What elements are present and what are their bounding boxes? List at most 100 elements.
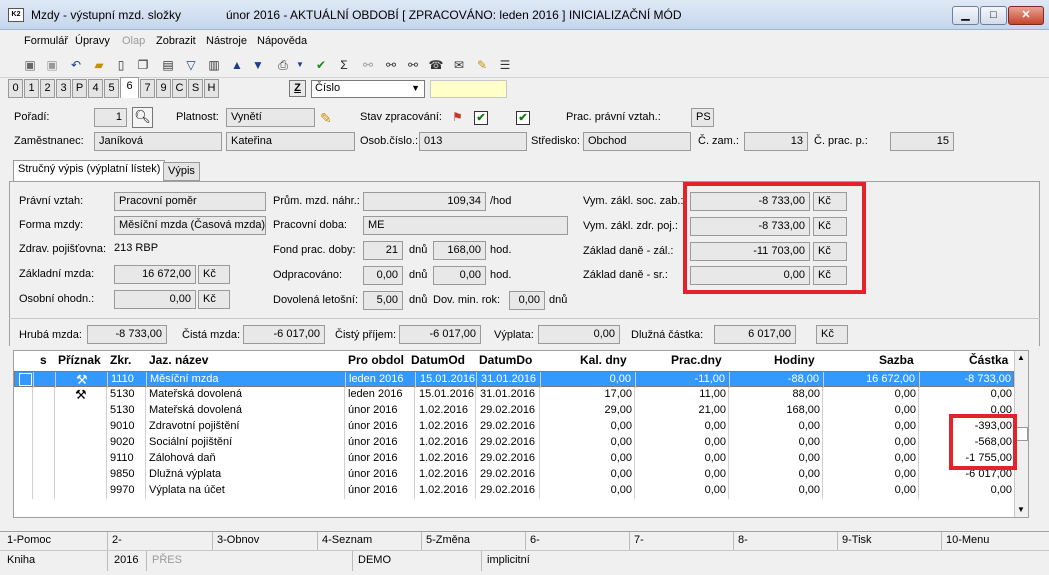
binoculars-icon[interactable]: ⚯: [383, 57, 399, 73]
col-priznak[interactable]: Příznak: [58, 353, 101, 367]
fkey-9[interactable]: 9-Tisk: [842, 534, 872, 546]
tab-p[interactable]: P: [72, 79, 87, 98]
print-icon[interactable]: ⎙: [275, 57, 291, 73]
cprac-field[interactable]: 15: [890, 132, 954, 151]
table-row[interactable]: ⚒ 1110 Měsíční mzda leden 2016 15.01.2016 31.…: [14, 371, 1014, 388]
tab-s[interactable]: S: [188, 79, 203, 98]
sum-icon[interactable]: Σ: [336, 57, 352, 73]
menu-olap[interactable]: Olap: [122, 35, 145, 47]
fond-dny-field[interactable]: 21: [363, 241, 403, 260]
col-nazev[interactable]: Jaz. název: [149, 353, 208, 367]
search-next-icon[interactable]: ⚯: [405, 57, 421, 73]
dluzna-field[interactable]: 6 017,00: [714, 325, 796, 344]
copy-icon[interactable]: ❐: [135, 57, 151, 73]
save-all-icon[interactable]: ▣: [44, 57, 60, 73]
fkey-6[interactable]: 6-: [530, 534, 540, 546]
table-row[interactable]: 9020 Sociální pojištění únor 2016 1.02.2016…: [14, 435, 1014, 451]
mail-icon[interactable]: ✉: [451, 57, 467, 73]
tab-2[interactable]: 2: [40, 79, 55, 98]
menu-zobrazit[interactable]: Zobrazit: [156, 35, 196, 47]
menu-napoveda[interactable]: Nápověda: [257, 35, 307, 47]
tab-c[interactable]: C: [172, 79, 187, 98]
dov-min-field[interactable]: 0,00: [509, 291, 545, 310]
odprac-hod-field[interactable]: 0,00: [433, 266, 486, 285]
fkey-4[interactable]: 4-Seznam: [322, 534, 372, 546]
vyplata-field[interactable]: 0,00: [538, 325, 620, 344]
minimize-button[interactable]: ▁: [952, 6, 979, 25]
fkey-3[interactable]: 3-Obnov: [217, 534, 259, 546]
filter-icon[interactable]: ▽: [183, 57, 199, 73]
platnost-field[interactable]: Vynětí: [226, 108, 315, 127]
pravni-vztah-field[interactable]: Pracovní poměr: [114, 192, 266, 211]
prum-field[interactable]: 109,34: [363, 192, 486, 211]
binoculars-disabled-icon[interactable]: ⚯: [360, 57, 376, 73]
tab-vypis[interactable]: Výpis: [163, 162, 200, 181]
menu-nastroje[interactable]: Nástroje: [206, 35, 247, 47]
fkey-10[interactable]: 10-Menu: [946, 534, 989, 546]
tab-strucny-vypis[interactable]: Stručný výpis (výplatní lístek): [13, 160, 166, 181]
tab-9[interactable]: 9: [156, 79, 171, 98]
arrow-down-icon[interactable]: ▼: [250, 57, 266, 73]
col-zkr[interactable]: Zkr.: [110, 353, 131, 367]
menu-upravy[interactable]: Úpravy: [75, 35, 110, 47]
col-datum-do[interactable]: DatumDo: [479, 353, 532, 367]
col-hodiny[interactable]: Hodiny: [774, 353, 815, 367]
undo-icon[interactable]: ↶: [68, 57, 84, 73]
col-datum-od[interactable]: DatumOd: [411, 353, 465, 367]
stav-checkbox-2[interactable]: ✔: [516, 111, 530, 125]
table-row[interactable]: 5130 Mateřská dovolená únor 2016 1.02.2016 2…: [14, 403, 1014, 419]
czam-field[interactable]: 13: [744, 132, 808, 151]
jmeno-field[interactable]: Kateřina: [226, 132, 355, 151]
filter-doc-icon[interactable]: ▥: [206, 57, 222, 73]
fkey-2[interactable]: 2-: [112, 534, 122, 546]
table-row[interactable]: 9110 Zálohová daň únor 2016 1.02.2016 29.02.…: [14, 451, 1014, 467]
notes-icon[interactable]: ✎: [474, 57, 490, 73]
prijmeni-field[interactable]: Janíková: [94, 132, 222, 151]
poradi-field[interactable]: 1: [94, 108, 127, 127]
search-icon[interactable]: 🔍︎: [132, 107, 153, 128]
sort-select[interactable]: Číslo ▼: [311, 80, 425, 98]
fkey-1[interactable]: 1-Pomoc: [7, 534, 51, 546]
stav-checkbox-1[interactable]: ✔: [474, 111, 488, 125]
scroll-up-icon[interactable]: ▲: [1017, 353, 1025, 362]
prijem-field[interactable]: -6 017,00: [399, 325, 481, 344]
close-button[interactable]: ✕: [1008, 6, 1044, 25]
osobni-field[interactable]: 0,00: [114, 290, 196, 309]
scroll-thumb[interactable]: [1016, 427, 1028, 441]
table-row[interactable]: 9850 Dlužná výplata únor 2016 1.02.2016 29.0…: [14, 467, 1014, 483]
tab-6[interactable]: 6: [120, 77, 139, 98]
cista-field[interactable]: -6 017,00: [243, 325, 325, 344]
zakladni-field[interactable]: 16 672,00: [114, 265, 196, 284]
prac-vztah-field[interactable]: PS: [691, 108, 714, 127]
tab-4[interactable]: 4: [88, 79, 103, 98]
phone-icon[interactable]: ☎: [428, 57, 444, 73]
row-selector[interactable]: [19, 373, 32, 386]
fkey-5[interactable]: 5-Změna: [426, 534, 470, 546]
col-prac-dny[interactable]: Prac.dny: [671, 353, 722, 367]
osob-field[interactable]: 013: [419, 132, 527, 151]
fkey-8[interactable]: 8-: [738, 534, 748, 546]
open-folder-icon[interactable]: ▰: [91, 57, 107, 73]
fond-hod-field[interactable]: 168,00: [433, 241, 486, 260]
col-obdobi[interactable]: Pro obdol: [348, 353, 404, 367]
print-dropdown-icon[interactable]: ▼: [292, 57, 308, 73]
book-icon[interactable]: ▤: [160, 57, 176, 73]
menu-list-icon[interactable]: ☰: [497, 57, 513, 73]
col-s[interactable]: s: [40, 353, 47, 367]
col-castka[interactable]: Částka: [969, 353, 1008, 367]
quick-search-input[interactable]: [430, 80, 507, 98]
table-row[interactable]: 9010 Zdravotní pojištění únor 2016 1.02.201…: [14, 419, 1014, 435]
col-sazba[interactable]: Sazba: [879, 353, 914, 367]
maximize-button[interactable]: □: [980, 6, 1007, 25]
doba-field[interactable]: ME: [363, 216, 568, 235]
arrow-up-icon[interactable]: ▲: [229, 57, 245, 73]
menu-formular[interactable]: Formulář: [24, 35, 68, 47]
col-kal-dny[interactable]: Kal. dny: [580, 353, 627, 367]
hruba-field[interactable]: -8 733,00: [87, 325, 167, 344]
tab-3[interactable]: 3: [56, 79, 71, 98]
fkey-7[interactable]: 7-: [634, 534, 644, 546]
tab-1[interactable]: 1: [24, 79, 39, 98]
tab-h[interactable]: H: [204, 79, 219, 98]
sort-z-button[interactable]: Z: [289, 80, 306, 97]
forma-field[interactable]: Měsíční mzda (Časová mzda): [114, 216, 266, 235]
